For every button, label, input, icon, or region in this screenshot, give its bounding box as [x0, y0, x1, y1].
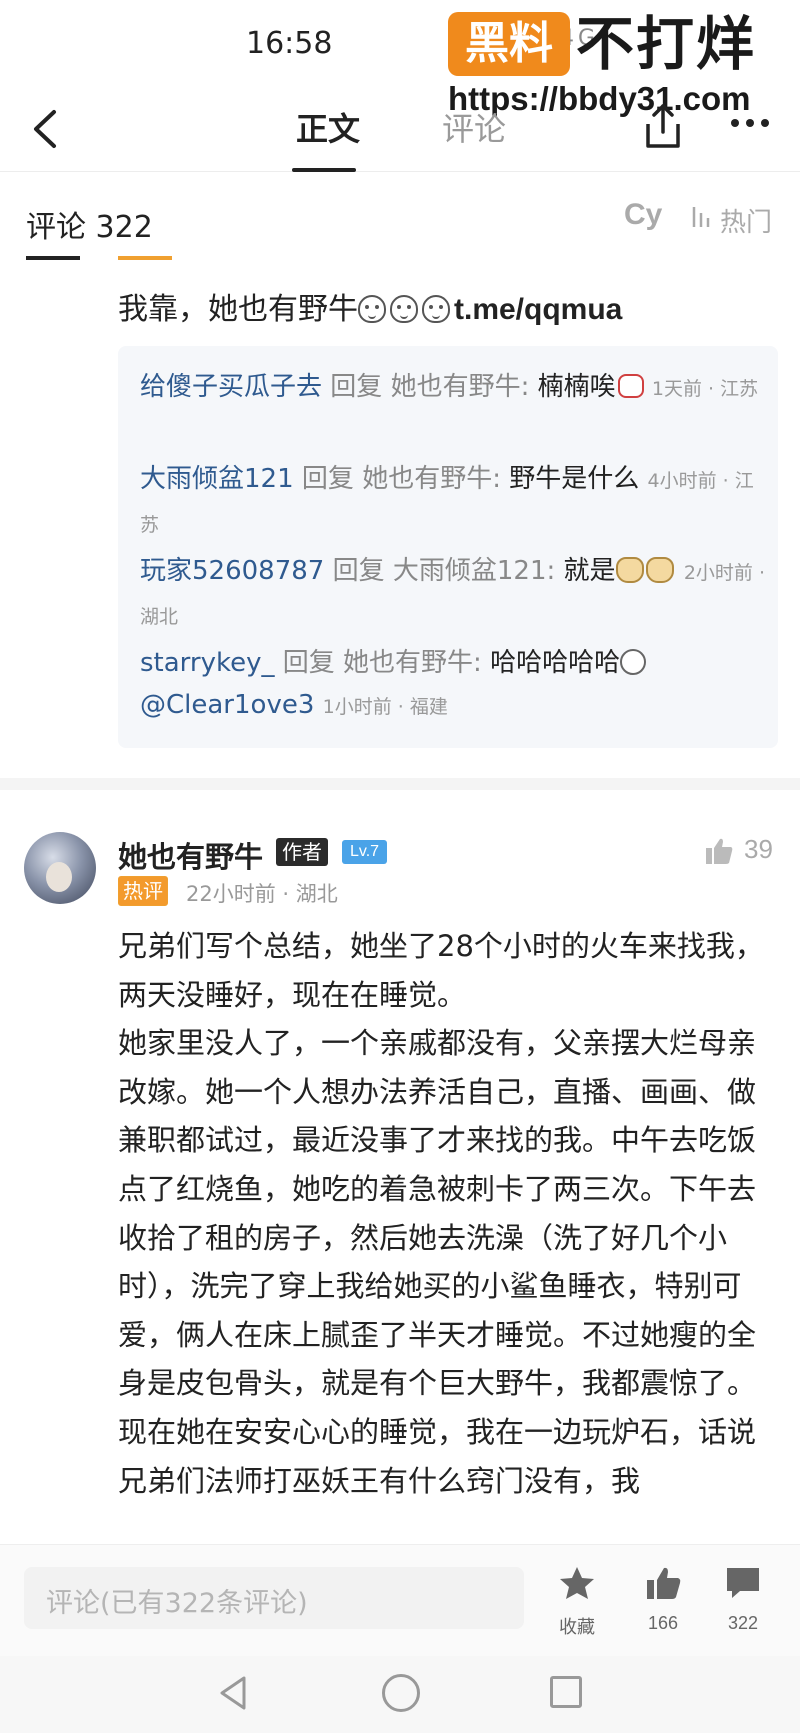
like-total: 166	[647, 1613, 679, 1633]
comment-paragraph: 她家里没人了，一个亲戚都没有，父亲摆大烂母亲改嫁。她一个人想办法养活自己，直播、…	[118, 1026, 757, 1401]
emoji-icon	[645, 557, 674, 583]
reply-target: 她也有野牛:	[343, 648, 482, 678]
reply-verb: 回复	[282, 648, 335, 678]
reply-meta: 1天前 · 江苏	[651, 378, 759, 400]
comment-input[interactable]: 评论(已有322条评论)	[24, 1567, 524, 1629]
header-underline	[26, 256, 80, 260]
replies-box: 给傻子买瓜子去 回复 她也有野牛: 楠楠唉 1天前 · 江苏 大雨倾盆121 回…	[118, 346, 778, 748]
collect-button[interactable]: 收藏	[542, 1565, 612, 1639]
reply-item[interactable]: 大雨倾盆121 回复 她也有野牛: 野牛是什么 4小时前 · 江苏	[140, 458, 770, 546]
emoji-icon	[390, 295, 418, 323]
watermark-title: 不打烊	[576, 10, 757, 78]
emoji-icon	[358, 295, 386, 323]
thumbs-up-icon[interactable]	[704, 836, 734, 866]
comment-paragraph: 现在她在安安心心的睡觉，我在一边玩炉石，话说兄弟们法师打巫妖王有什么窍门没有，我	[118, 1414, 757, 1498]
share-icon[interactable]	[640, 100, 686, 152]
reply-content: 哈哈哈哈哈	[490, 648, 621, 678]
reply-content: 就是	[563, 556, 616, 586]
reply-mention[interactable]: @Clear1ove3	[140, 690, 314, 720]
system-recents-icon[interactable]	[550, 1676, 582, 1708]
reply-target: 大雨倾盆121:	[392, 556, 556, 586]
reply-verb: 回复	[301, 464, 354, 494]
header-underline-accent	[118, 256, 172, 260]
emoji-icon	[620, 649, 647, 675]
reply-author[interactable]: 大雨倾盆121	[140, 464, 294, 494]
top-nav: 正文 评论	[0, 90, 800, 172]
reply-author[interactable]: starrykey_	[140, 648, 275, 678]
reply-author[interactable]: 玩家52608787	[140, 556, 324, 586]
reply-content: 野牛是什么	[509, 464, 640, 494]
tab-body[interactable]: 正文	[296, 104, 360, 150]
collect-label: 收藏	[559, 1617, 595, 1637]
author-badge: 作者	[276, 838, 328, 866]
comment-paragraph: 兄弟们写个总结，她坐了28个小时的火车来找我，两天没睡好，现在在睡觉。	[118, 929, 764, 1012]
emoji-icon	[422, 295, 450, 323]
comment-text: 我靠，她也有野牛 t.me/qqmua	[118, 284, 622, 328]
reply-meta: 1小时前 · 福建	[322, 696, 448, 718]
emoji-icon	[617, 374, 644, 398]
system-home-icon[interactable]	[382, 1674, 420, 1712]
sort-hot-button[interactable]: 热门	[720, 202, 772, 239]
comment-bubble-icon	[727, 1568, 759, 1598]
comment-link[interactable]: t.me/qqmua	[454, 293, 622, 326]
reply-verb: 回复	[330, 372, 383, 402]
reply-content: 楠楠唉	[537, 372, 616, 402]
bottom-comment-bar: 评论(已有322条评论) 收藏 166 322	[0, 1544, 800, 1656]
like-count: 39	[744, 834, 773, 864]
hot-badge: 热评	[118, 876, 168, 906]
comment-count-label: 评论 322	[26, 210, 153, 245]
level-badge: Lv.7	[342, 840, 388, 864]
back-arrow-icon[interactable]	[26, 104, 66, 154]
tab-comments[interactable]: 评论	[442, 104, 506, 150]
emoji-icon	[615, 557, 644, 583]
comment-body: 兄弟们写个总结，她坐了28个小时的火车来找我，两天没睡好，现在在睡觉。 她家里没…	[118, 922, 778, 1505]
comment-meta: 22小时前 · 湖北	[186, 882, 338, 906]
reply-target: 她也有野牛:	[390, 372, 530, 402]
cy-icon[interactable]: Cy	[624, 198, 662, 232]
star-icon	[560, 1567, 594, 1599]
watermark-badge: 黑料	[448, 12, 570, 76]
like-button[interactable]: 166	[628, 1565, 698, 1634]
status-time: 16:58	[246, 26, 333, 61]
avatar[interactable]	[24, 832, 96, 904]
reply-target: 她也有野牛:	[362, 464, 501, 494]
comment-total: 322	[727, 1613, 759, 1633]
sort-icon[interactable]	[688, 204, 714, 230]
comments-header: 评论 322 Cy 热门	[0, 172, 800, 258]
reply-verb: 回复	[332, 556, 385, 586]
reply-item[interactable]: 玩家52608787 回复 大雨倾盆121: 就是 2小时前 · 湖北	[140, 550, 770, 638]
section-divider	[0, 778, 800, 790]
reply-author[interactable]: 给傻子买瓜子去	[140, 372, 322, 402]
more-icon[interactable]	[728, 116, 772, 130]
reply-item[interactable]: starrykey_ 回复 她也有野牛: 哈哈哈哈哈 @Clear1ove3 1…	[140, 642, 770, 728]
author-name[interactable]: 她也有野牛	[118, 834, 263, 876]
system-back-icon[interactable]	[216, 1674, 250, 1712]
thumbs-up-icon	[647, 1567, 681, 1599]
system-nav-bar	[0, 1656, 800, 1733]
reply-item[interactable]: 给傻子买瓜子去 回复 她也有野牛: 楠楠唉 1天前 · 江苏	[140, 366, 770, 410]
comment-button[interactable]: 322	[708, 1565, 778, 1634]
comment-content: 我靠，她也有野牛	[118, 292, 358, 327]
